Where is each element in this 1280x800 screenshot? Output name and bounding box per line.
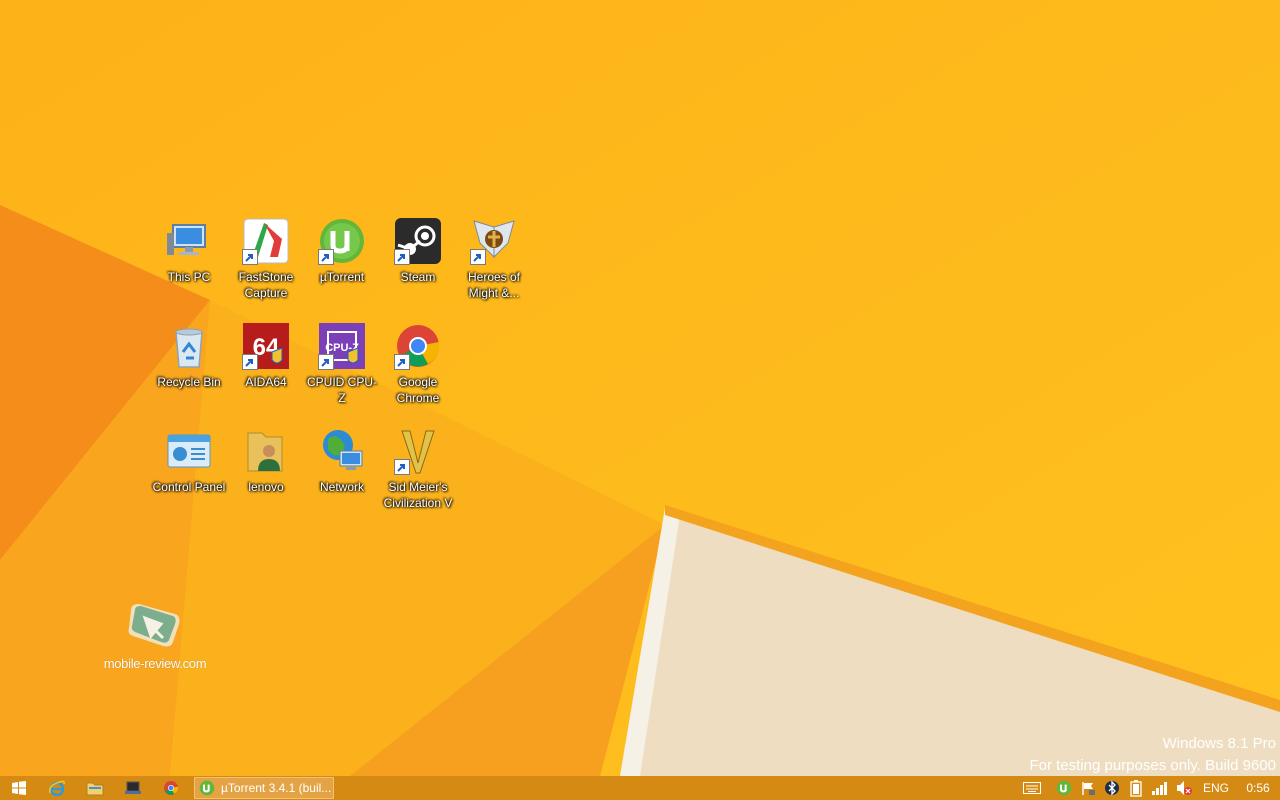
desktop-icon-network[interactable]: Network bbox=[304, 425, 380, 525]
desktop-icon-label: Sid Meier's Civilization V bbox=[383, 480, 453, 510]
desktop[interactable]: This PC FastStone Capture µTorrent Steam… bbox=[0, 0, 1280, 776]
battery-icon[interactable] bbox=[1124, 776, 1148, 800]
network-signal-icon[interactable] bbox=[1148, 776, 1172, 800]
shortcut-arrow-icon bbox=[318, 249, 334, 265]
taskbar-app-3[interactable] bbox=[114, 776, 152, 800]
shortcut-arrow-icon bbox=[394, 459, 410, 475]
user-folder-icon bbox=[242, 427, 290, 475]
desktop-icon-civilization-v[interactable]: Sid Meier's Civilization V bbox=[380, 425, 456, 525]
desktop-icon-label: Google Chrome bbox=[396, 375, 440, 405]
desktop-icon-recycle-bin[interactable]: Recycle Bin bbox=[151, 320, 227, 420]
taskbar-google-chrome[interactable] bbox=[152, 776, 190, 800]
watermark-logo-icon bbox=[128, 604, 180, 647]
desktop-icon-label: AIDA64 bbox=[245, 375, 287, 389]
desktop-icon-steam[interactable]: Steam bbox=[380, 215, 456, 315]
chrome-icon bbox=[164, 781, 179, 795]
watermark-text: mobile-review.com bbox=[103, 656, 207, 671]
touch-keyboard-icon[interactable] bbox=[1012, 776, 1052, 800]
control-panel-icon bbox=[165, 427, 213, 475]
desktop-icon-aida64[interactable]: 64 AIDA64 bbox=[228, 320, 304, 420]
windows-edition: Windows 8.1 Pro bbox=[1162, 735, 1276, 752]
utorrent-icon bbox=[199, 780, 215, 796]
chrome-icon bbox=[394, 322, 442, 370]
desktop-icon-label: µTorrent bbox=[319, 270, 365, 284]
action-center-flag-icon[interactable] bbox=[1076, 776, 1100, 800]
desktop-icon-label: Network bbox=[319, 480, 364, 494]
build-info: Windows 8.1 Pro For testing purposes onl… bbox=[1029, 733, 1276, 776]
network-icon bbox=[318, 427, 366, 475]
desktop-icon-label: CPUID CPU-Z bbox=[306, 375, 377, 405]
internet-explorer-icon bbox=[48, 780, 65, 797]
desktop-icon-label: This PC bbox=[167, 270, 211, 284]
taskbar[interactable]: µTorrent 3.4.1 (buil... ENG 0:56 bbox=[0, 776, 1280, 800]
shortcut-arrow-icon bbox=[242, 249, 258, 265]
start-button[interactable] bbox=[0, 776, 38, 800]
desktop-icon-label: FastStone Capture bbox=[238, 270, 294, 300]
civilization-v-icon bbox=[394, 427, 442, 475]
clock[interactable]: 0:56 bbox=[1236, 781, 1280, 795]
desktop-icon-control-panel[interactable]: Control Panel bbox=[151, 425, 227, 525]
desktop-icon-label: Recycle Bin bbox=[157, 375, 221, 389]
desktop-icon-heroes-of-might[interactable]: Heroes of Might &... bbox=[456, 215, 532, 315]
bluetooth-icon[interactable] bbox=[1100, 776, 1124, 800]
shortcut-arrow-icon bbox=[242, 354, 258, 370]
desktop-icon-faststone-capture[interactable]: FastStone Capture bbox=[228, 215, 304, 315]
desktop-icon-cpuid-cpu-z[interactable]: CPU-Z CPUID CPU-Z bbox=[304, 320, 380, 420]
shortcut-arrow-icon bbox=[470, 249, 486, 265]
desktop-icon-label: lenovo bbox=[248, 480, 284, 494]
shortcut-arrow-icon bbox=[394, 249, 410, 265]
build-note: For testing purposes only. Build 9600 bbox=[1029, 757, 1276, 774]
steam-icon bbox=[394, 217, 442, 265]
desktop-icon-utorrent[interactable]: µTorrent bbox=[304, 215, 380, 315]
system-tray[interactable]: ENG 0:56 bbox=[1012, 776, 1280, 800]
computer-icon bbox=[165, 217, 213, 265]
desktop-icon-label: Steam bbox=[400, 270, 436, 284]
faststone-capture-icon bbox=[242, 217, 290, 265]
heroes-of-might-icon bbox=[470, 217, 518, 265]
desktop-icon-lenovo[interactable]: lenovo bbox=[228, 425, 304, 525]
utorrent-icon bbox=[318, 217, 366, 265]
aida64-icon: 64 bbox=[242, 322, 290, 370]
task-label: µTorrent 3.4.1 (buil... bbox=[221, 781, 332, 795]
desktop-icon-label: Control Panel bbox=[152, 480, 226, 494]
desktop-icon-label: Heroes of Might &... bbox=[467, 270, 521, 300]
taskbar-internet-explorer[interactable] bbox=[38, 776, 76, 800]
language-indicator[interactable]: ENG bbox=[1196, 781, 1236, 795]
taskbar-task-utorrent[interactable]: µTorrent 3.4.1 (buil... bbox=[194, 777, 334, 799]
recycle-bin-icon bbox=[165, 322, 213, 370]
windows-logo-icon bbox=[12, 781, 26, 795]
shortcut-arrow-icon bbox=[318, 354, 334, 370]
device-icon bbox=[125, 781, 141, 794]
desktop-icon-google-chrome[interactable]: Google Chrome bbox=[380, 320, 456, 420]
volume-muted-icon[interactable] bbox=[1172, 776, 1196, 800]
shortcut-arrow-icon bbox=[394, 354, 410, 370]
tray-utorrent-icon[interactable] bbox=[1052, 776, 1076, 800]
cpu-z-icon: CPU-Z bbox=[318, 322, 366, 370]
desktop-icon-this-pc[interactable]: This PC bbox=[151, 215, 227, 315]
taskbar-file-explorer[interactable] bbox=[76, 776, 114, 800]
watermark: mobile-review.com bbox=[100, 600, 210, 680]
folder-icon bbox=[86, 782, 104, 796]
